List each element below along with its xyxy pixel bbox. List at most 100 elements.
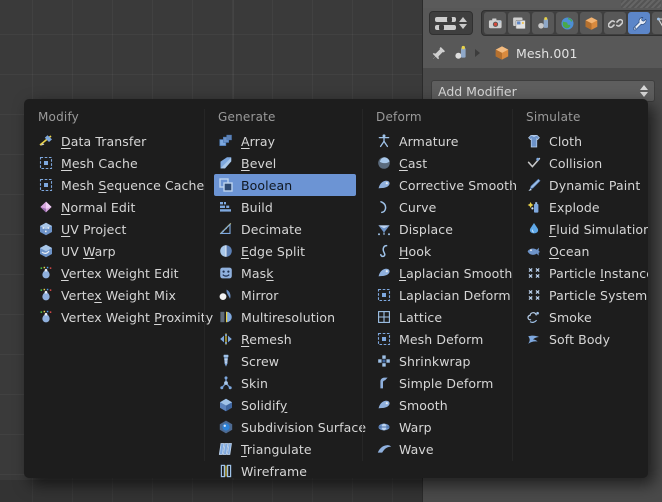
menu-item-label: Triangulate bbox=[241, 441, 312, 457]
menu-item-mask[interactable]: Mask bbox=[214, 262, 356, 284]
triangulate-icon bbox=[218, 441, 234, 457]
menu-item-label: Laplacian Smooth bbox=[399, 265, 513, 281]
tab-modifiers[interactable] bbox=[628, 12, 650, 34]
panel-top-strip bbox=[423, 0, 662, 10]
menu-item-normal-edit[interactable]: Normal Edit bbox=[34, 196, 198, 218]
cube-icon bbox=[585, 16, 597, 30]
menu-item-label: Armature bbox=[399, 133, 459, 149]
menu-item-uv-project[interactable]: UV Project bbox=[34, 218, 198, 240]
menu-item-displace[interactable]: Displace bbox=[372, 218, 506, 240]
menu-item-simple-deform[interactable]: Simple Deform bbox=[372, 372, 506, 394]
menu-item-particle-system[interactable]: Particle System bbox=[522, 284, 647, 306]
menu-item-smoke[interactable]: Smoke bbox=[522, 306, 642, 328]
array-icon bbox=[218, 133, 234, 149]
armature-icon bbox=[376, 133, 392, 149]
menu-item-label: Particle Instance bbox=[549, 265, 648, 281]
menu-item-decimate[interactable]: Decimate bbox=[214, 218, 356, 240]
menu-item-smooth[interactable]: Smooth bbox=[372, 394, 506, 416]
menu-item-dynamic-paint[interactable]: Dynamic Paint bbox=[522, 174, 642, 196]
scene-icon[interactable] bbox=[453, 45, 469, 61]
dynamic-paint-icon bbox=[526, 177, 542, 193]
tab-scene[interactable] bbox=[532, 12, 554, 34]
tab-object-data[interactable] bbox=[652, 12, 662, 34]
pin-icon[interactable] bbox=[431, 45, 447, 61]
modifier-column-deform: Deform Armature Cast Corrective Smooth Curve… bbox=[362, 107, 517, 478]
menu-item-label: Mask bbox=[241, 265, 274, 281]
menu-item-remesh[interactable]: Remesh bbox=[214, 328, 356, 350]
menu-item-bevel[interactable]: Bevel bbox=[214, 152, 356, 174]
menu-item-vertex-weight-mix[interactable]: Vertex Weight Mix bbox=[34, 284, 198, 306]
menu-item-boolean[interactable]: Boolean bbox=[214, 174, 356, 196]
boolean-icon bbox=[218, 177, 234, 193]
editor-type-properties-icon[interactable] bbox=[432, 13, 470, 33]
menu-item-label: Fluid Simulation bbox=[549, 221, 648, 237]
menu-item-corrective-smooth[interactable]: Corrective Smooth bbox=[372, 174, 517, 196]
modifier-column-generate: Generate Array Bevel Boolean Build Decimate Ed… bbox=[204, 107, 366, 478]
menu-item-mesh-sequence-cache[interactable]: Mesh Sequence Cache bbox=[34, 174, 204, 196]
simple-deform-icon bbox=[376, 375, 392, 391]
tab-render[interactable] bbox=[484, 12, 506, 34]
tab-render-layers[interactable] bbox=[508, 12, 530, 34]
editor-type-selector[interactable] bbox=[429, 11, 473, 35]
hook-icon bbox=[376, 243, 392, 259]
tab-constraints[interactable] bbox=[604, 12, 626, 34]
menu-item-label: Wave bbox=[399, 441, 434, 457]
menu-item-hook[interactable]: Hook bbox=[372, 240, 506, 262]
menu-item-fluid-simulation[interactable]: Fluid Simulation bbox=[522, 218, 648, 240]
menu-item-ocean[interactable]: Ocean bbox=[522, 240, 642, 262]
menu-item-explode[interactable]: Explode bbox=[522, 196, 642, 218]
menu-item-cast[interactable]: Cast bbox=[372, 152, 506, 174]
menu-item-armature[interactable]: Armature bbox=[372, 130, 506, 152]
menu-item-multiresolution[interactable]: Multiresolution bbox=[214, 306, 356, 328]
menu-item-vertex-weight-edit[interactable]: Vertex Weight Edit bbox=[34, 262, 198, 284]
properties-header bbox=[423, 8, 662, 38]
menu-item-skin[interactable]: Skin bbox=[214, 372, 356, 394]
menu-item-subdivision-surface[interactable]: Subdivision Surface bbox=[214, 416, 366, 438]
menu-item-cloth[interactable]: Cloth bbox=[522, 130, 642, 152]
tab-object[interactable] bbox=[580, 12, 602, 34]
menu-item-warp[interactable]: Warp bbox=[372, 416, 506, 438]
menu-item-edge-split[interactable]: Edge Split bbox=[214, 240, 356, 262]
menu-item-vertex-weight-proximity[interactable]: Vertex Weight Proximity bbox=[34, 306, 213, 328]
menu-item-laplacian-deform[interactable]: Laplacian Deform bbox=[372, 284, 511, 306]
skin-icon bbox=[218, 375, 234, 391]
menu-item-solidify[interactable]: Solidify bbox=[214, 394, 356, 416]
menu-item-wave[interactable]: Wave bbox=[372, 438, 506, 460]
menu-item-build[interactable]: Build bbox=[214, 196, 356, 218]
menu-item-soft-body[interactable]: Soft Body bbox=[522, 328, 642, 350]
menu-item-mesh-deform[interactable]: Mesh Deform bbox=[372, 328, 506, 350]
menu-item-screw[interactable]: Screw bbox=[214, 350, 356, 372]
add-modifier-menu[interactable]: Modify Data Transfer Mesh Cache Mesh Sequen… bbox=[24, 99, 648, 478]
menu-item-label: Soft Body bbox=[549, 331, 611, 347]
menu-item-label: Build bbox=[241, 199, 273, 215]
menu-item-mesh-cache[interactable]: Mesh Cache bbox=[34, 152, 198, 174]
menu-item-label: Corrective Smooth bbox=[399, 177, 518, 193]
menu-item-label: Array bbox=[241, 133, 276, 149]
menu-item-label: Decimate bbox=[241, 221, 302, 237]
menu-item-uv-warp[interactable]: UV Warp bbox=[34, 240, 198, 262]
menu-item-laplacian-smooth[interactable]: Laplacian Smooth bbox=[372, 262, 512, 284]
menu-item-label: Smoke bbox=[549, 309, 592, 325]
menu-item-collision[interactable]: Collision bbox=[522, 152, 642, 174]
menu-item-label: Hook bbox=[399, 243, 432, 259]
menu-item-label: Dynamic Paint bbox=[549, 177, 641, 193]
menu-item-lattice[interactable]: Lattice bbox=[372, 306, 506, 328]
menu-item-particle-instance[interactable]: Particle Instance bbox=[522, 262, 648, 284]
menu-item-label: Normal Edit bbox=[61, 199, 136, 215]
collision-icon bbox=[526, 155, 542, 171]
menu-item-mirror[interactable]: Mirror bbox=[214, 284, 356, 306]
uv-warp-icon bbox=[38, 243, 54, 259]
menu-item-data-transfer[interactable]: Data Transfer bbox=[34, 130, 198, 152]
menu-item-shrinkwrap[interactable]: Shrinkwrap bbox=[372, 350, 506, 372]
object-name-label: Mesh.001 bbox=[516, 45, 578, 61]
menu-item-label: Ocean bbox=[549, 243, 590, 259]
menu-item-label: Curve bbox=[399, 199, 437, 215]
tab-world[interactable] bbox=[556, 12, 578, 34]
menu-item-wireframe[interactable]: Wireframe bbox=[214, 460, 356, 478]
build-icon bbox=[218, 199, 234, 215]
menu-item-curve[interactable]: Curve bbox=[372, 196, 506, 218]
menu-item-label: Edge Split bbox=[241, 243, 306, 259]
vertex-weight-mix-icon bbox=[38, 287, 54, 303]
menu-item-triangulate[interactable]: Triangulate bbox=[214, 438, 356, 460]
menu-item-array[interactable]: Array bbox=[214, 130, 356, 152]
